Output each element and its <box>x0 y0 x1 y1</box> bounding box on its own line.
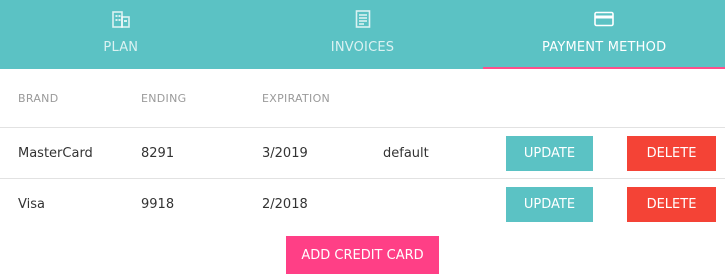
building-icon <box>112 10 130 28</box>
column-header-brand: BRAND <box>18 91 59 105</box>
delete-cell: DELETE <box>627 178 725 229</box>
tab-payment-method[interactable]: PAYMENT METHOD <box>483 0 725 69</box>
tab-invoices-label: INVOICES <box>330 40 395 55</box>
card-ending: 9918 <box>141 178 262 229</box>
update-cell: UPDATE <box>506 127 627 179</box>
table-row: MasterCard 8291 3/2019 default UPDATE DE… <box>0 127 725 179</box>
card-brand: Visa <box>0 178 141 229</box>
invoice-icon <box>355 10 371 28</box>
column-header-ending: ENDING <box>141 91 187 105</box>
update-cell: UPDATE <box>506 178 627 229</box>
update-button[interactable]: UPDATE <box>506 186 593 222</box>
column-header-update <box>506 69 627 128</box>
tab-bar: PLAN INVOICES PAYMENT METHOD <box>0 0 725 69</box>
add-credit-card-button[interactable]: ADD CREDIT CARD <box>286 236 439 274</box>
tab-payment-method-label: PAYMENT METHOD <box>542 40 667 55</box>
column-header-status <box>383 69 506 128</box>
tab-invoices[interactable]: INVOICES <box>242 0 484 69</box>
column-header-delete <box>627 69 725 128</box>
credit-card-icon <box>594 10 614 28</box>
card-expiration: 2/2018 <box>262 178 383 229</box>
card-ending: 8291 <box>141 127 262 179</box>
card-expiration: 3/2019 <box>262 127 383 179</box>
table-header-row: BRAND ENDING EXPIRATION <box>0 69 725 128</box>
default-label <box>383 178 506 229</box>
column-header-expiration: EXPIRATION <box>262 91 331 105</box>
payment-methods-table: BRAND ENDING EXPIRATION MasterCard 8291 … <box>0 69 725 229</box>
table-row: Visa 9918 2/2018 UPDATE DELETE <box>0 178 725 229</box>
tab-plan-label: PLAN <box>103 40 139 55</box>
delete-cell: DELETE <box>627 127 725 179</box>
card-brand: MasterCard <box>0 127 141 179</box>
add-card-container: ADD CREDIT CARD <box>0 229 725 274</box>
delete-button[interactable]: DELETE <box>627 135 716 171</box>
update-button[interactable]: UPDATE <box>506 135 593 171</box>
delete-button[interactable]: DELETE <box>627 186 716 222</box>
tab-plan[interactable]: PLAN <box>0 0 242 69</box>
default-label: default <box>383 127 506 179</box>
